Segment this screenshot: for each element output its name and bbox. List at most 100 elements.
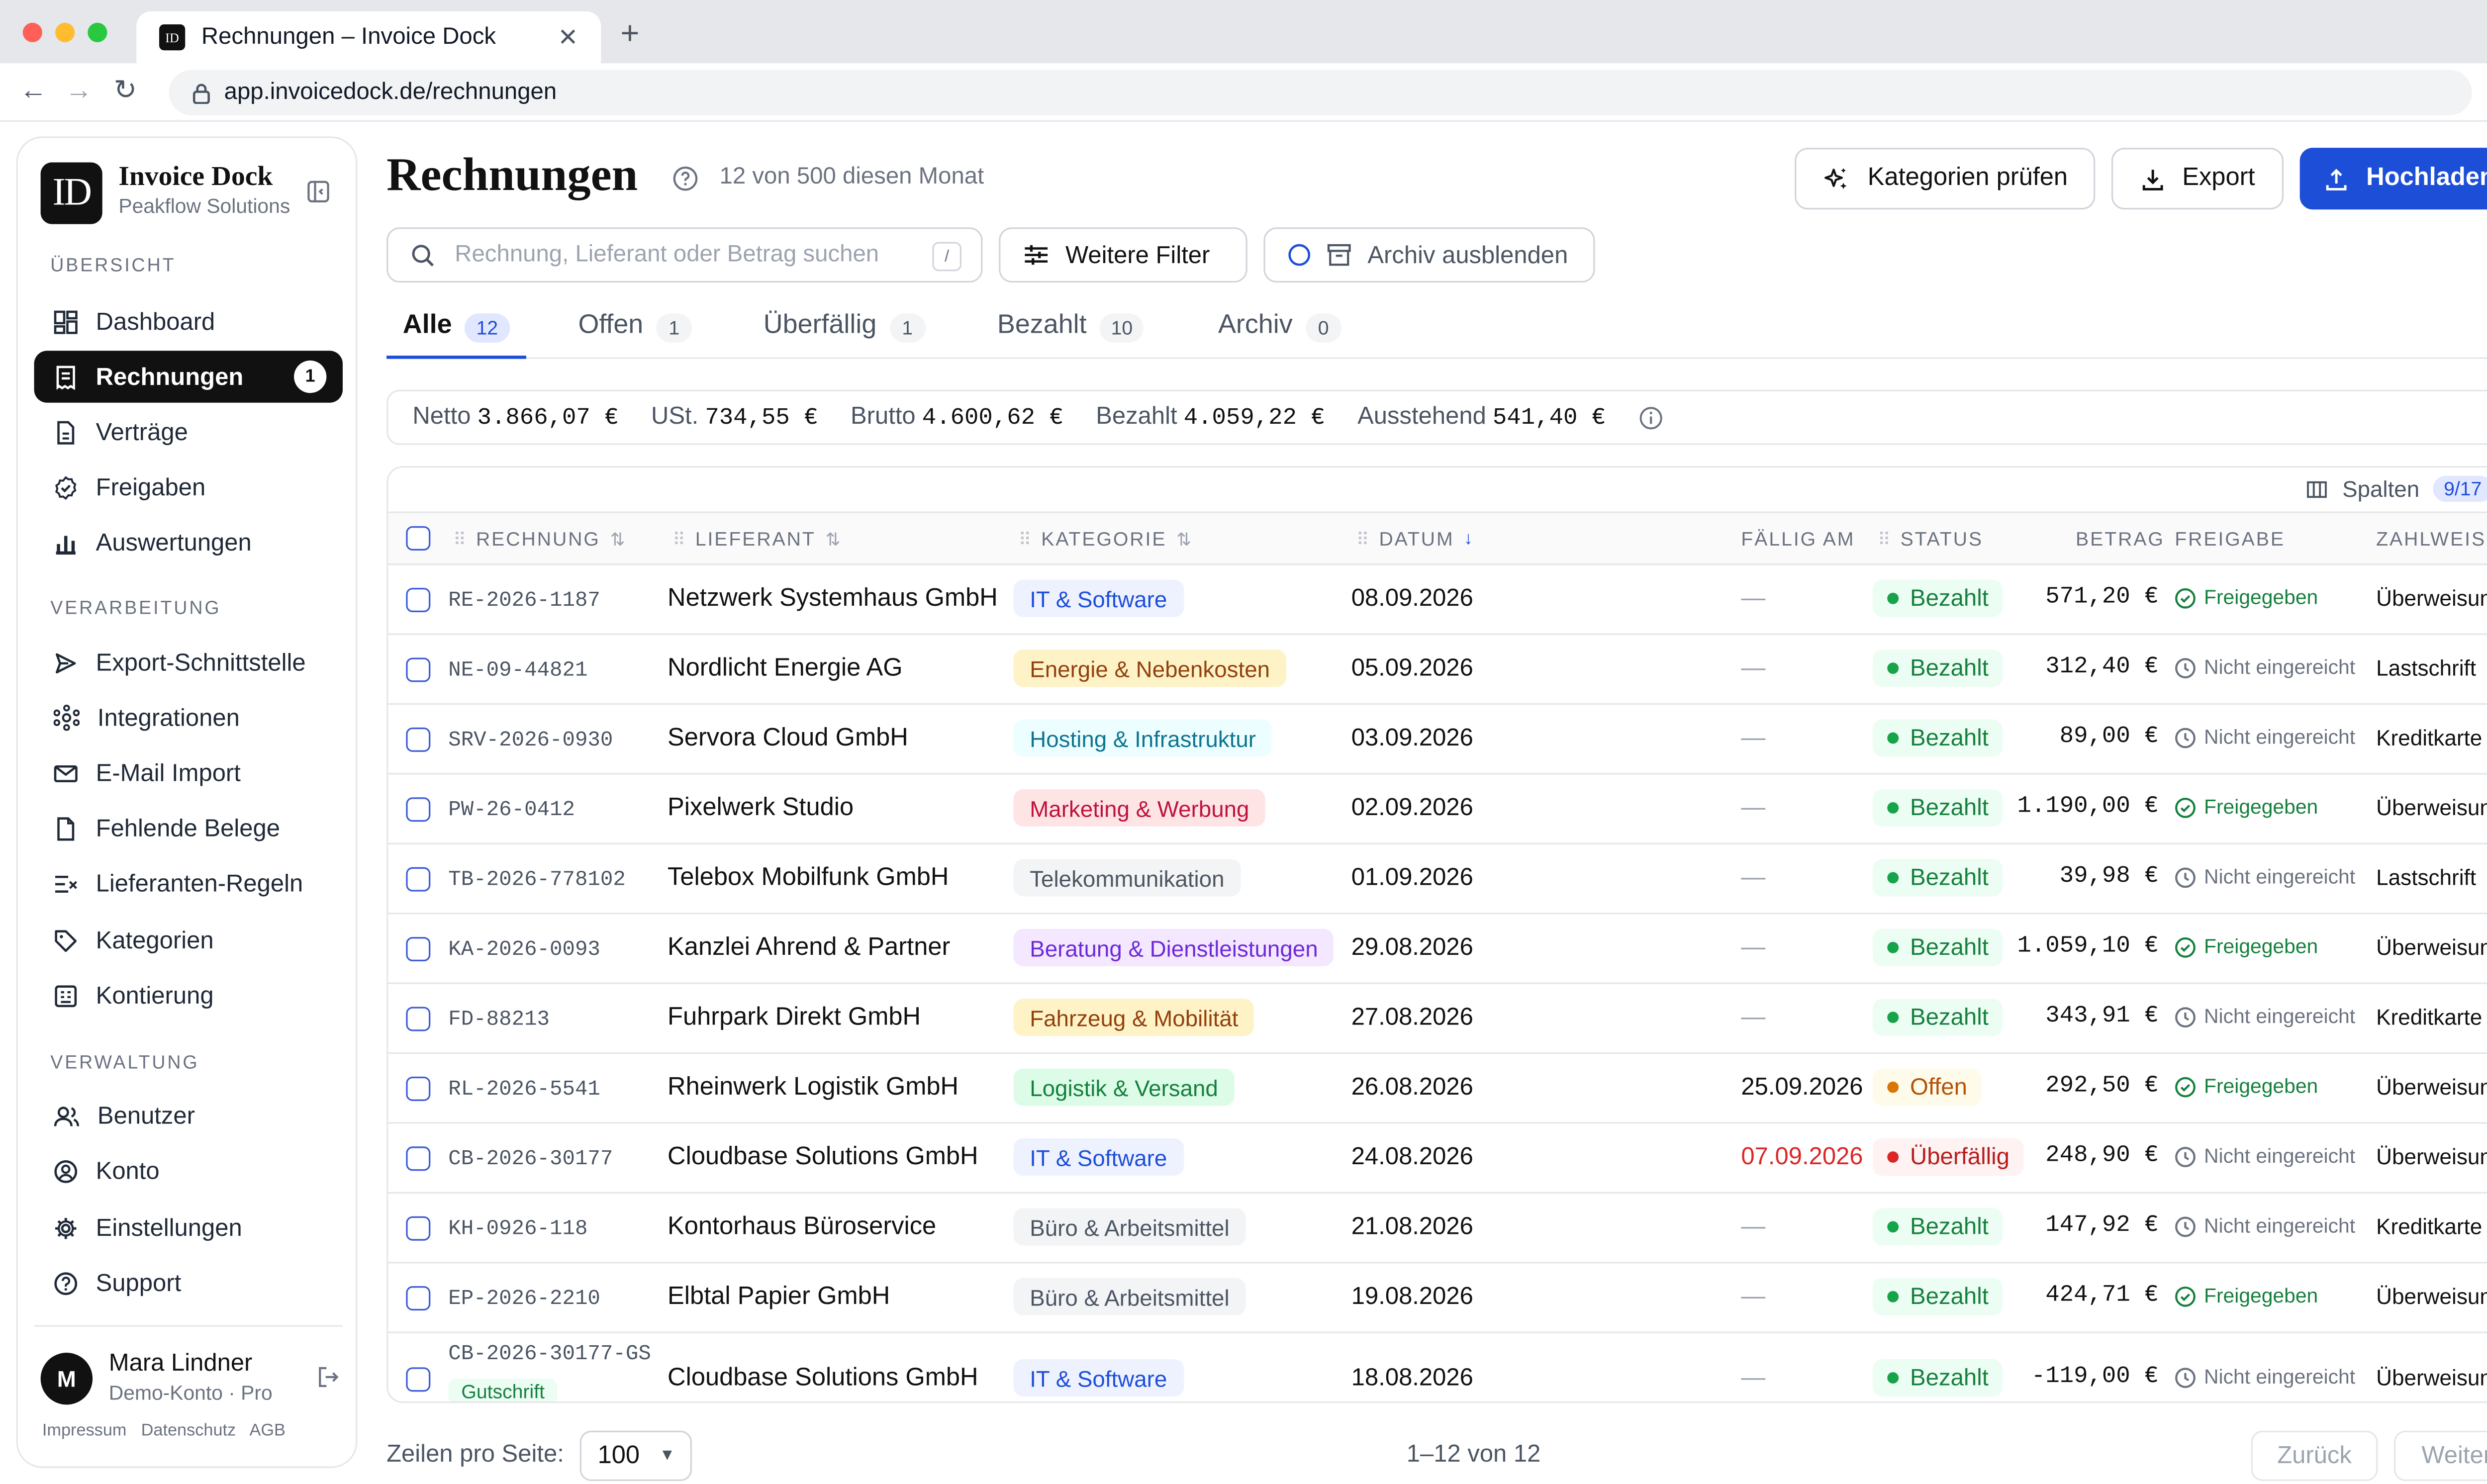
footer-link-datenschutz[interactable]: Datenschutz xyxy=(141,1421,236,1440)
invoice-number[interactable]: NE-09-44821 xyxy=(448,657,587,682)
category-chip[interactable]: Hosting & Infrastruktur xyxy=(1013,719,1272,757)
table-row[interactable]: TB-2026-778102 Telebox Mobilfunk GmbH Tele… xyxy=(388,844,2487,915)
column-header-status[interactable]: ⠿ STATUS xyxy=(1878,528,1983,551)
row-checkbox[interactable] xyxy=(406,797,431,822)
row-checkbox[interactable] xyxy=(406,867,431,892)
table-row[interactable]: CB-2026-30177 Cloudbase Solutions GmbH IT … xyxy=(388,1124,2487,1194)
table-row[interactable]: EP-2026-2210 Elbtal Papier GmbH Büro & Arb… xyxy=(388,1263,2487,1333)
sidebar-item-rechnungen[interactable]: Rechnungen 1 xyxy=(34,351,343,403)
approval-status[interactable]: Freigegeben xyxy=(2175,935,2318,958)
approval-status[interactable]: Freigegeben xyxy=(2175,796,2318,819)
invoice-number[interactable]: PW-26-0412 xyxy=(448,797,575,822)
sidebar-item-vertraege[interactable]: Verträge xyxy=(34,406,343,458)
maximize-window-button[interactable] xyxy=(88,22,107,42)
category-chip[interactable]: Fahrzeug & Mobilität xyxy=(1013,999,1255,1036)
table-row[interactable]: KH-0926-118 Kontorhaus Büroservice Büro & … xyxy=(388,1194,2487,1264)
reload-icon[interactable]: ↻ xyxy=(114,75,137,107)
tab-alle[interactable]: Alle 12 xyxy=(386,310,526,359)
tab-bezahlt[interactable]: Bezahlt 10 xyxy=(997,310,1145,359)
back-icon[interactable]: ← xyxy=(19,75,47,107)
sidebar-item-auswertungen[interactable]: Auswertungen xyxy=(34,516,343,568)
check-categories-button[interactable]: Kategorien prüfen xyxy=(1795,148,2096,210)
category-chip[interactable]: Telekommunikation xyxy=(1013,859,1241,897)
drag-handle-icon[interactable]: ⠿ xyxy=(672,529,685,550)
category-chip[interactable]: Logistik & Versand xyxy=(1013,1068,1235,1106)
footer-link-agb[interactable]: AGB xyxy=(249,1421,285,1440)
sidebar-item-support[interactable]: Support xyxy=(34,1257,343,1308)
category-chip[interactable]: IT & Software xyxy=(1013,1138,1183,1176)
approval-status[interactable]: Nicht eingereicht xyxy=(2175,1145,2355,1168)
row-checkbox[interactable] xyxy=(406,727,431,752)
column-header-freigabe[interactable]: FREIGABE xyxy=(2175,528,2285,551)
invoice-number[interactable]: CB-2026-30177-GS xyxy=(448,1341,651,1366)
prev-page-button[interactable]: Zurück xyxy=(2251,1430,2378,1481)
sidebar-item-export-schnittstelle[interactable]: Export-Schnittstelle xyxy=(34,637,343,688)
category-chip[interactable]: Energie & Nebenkosten xyxy=(1013,649,1286,687)
search-input[interactable] xyxy=(455,242,910,268)
column-header-kategorie[interactable]: ⠿ KATEGORIE ⇅ xyxy=(1018,528,1191,551)
approval-status[interactable]: Nicht eingereicht xyxy=(2175,1214,2355,1237)
invoice-number[interactable]: SRV-2026-0930 xyxy=(448,728,613,752)
forward-icon[interactable]: → xyxy=(65,75,93,107)
logout-icon[interactable] xyxy=(317,1366,340,1389)
table-row[interactable]: KA-2026-0093 Kanzlei Ahrend & Partner Bera… xyxy=(388,914,2487,984)
approval-status[interactable]: Freigegeben xyxy=(2175,1285,2318,1307)
approval-status[interactable]: Freigegeben xyxy=(2175,1075,2318,1098)
sort-desc-icon[interactable]: ↓ xyxy=(1464,529,1473,549)
approval-status[interactable]: Nicht eingereicht xyxy=(2175,1005,2355,1028)
approval-status[interactable]: Nicht eingereicht xyxy=(2175,726,2355,748)
invoice-number[interactable]: RE-2026-1187 xyxy=(448,588,600,612)
approval-status[interactable]: Nicht eingereicht xyxy=(2175,1366,2355,1389)
hide-archive-toggle[interactable]: Archiv ausblenden xyxy=(1263,227,1595,283)
sort-icon[interactable]: ⇅ xyxy=(610,529,625,550)
table-row[interactable]: NE-09-44821 Nordlicht Energie AG Energie &… xyxy=(388,635,2487,705)
category-chip[interactable]: IT & Software xyxy=(1013,579,1183,617)
invoice-number[interactable]: RL-2026-5541 xyxy=(448,1077,600,1101)
sidebar-item-freigaben[interactable]: Freigaben xyxy=(34,461,343,513)
sidebar-item-dashboard[interactable]: Dashboard xyxy=(34,295,343,347)
upload-button[interactable]: Hochladen xyxy=(2299,148,2487,210)
info-icon[interactable] xyxy=(1638,405,1663,430)
category-chip[interactable]: Büro & Arbeitsmittel xyxy=(1013,1208,1246,1246)
column-header-datum[interactable]: ⠿ DATUM ↓ xyxy=(1356,528,1473,551)
tab-ueberfaellig[interactable]: Überfällig 1 xyxy=(764,310,926,359)
invoice-number[interactable]: FD-88213 xyxy=(448,1007,550,1031)
row-checkbox[interactable] xyxy=(406,1146,431,1171)
table-row[interactable]: CB-2026-30177-GS Gutschrift Cloudbase Solu… xyxy=(388,1333,2487,1401)
category-chip[interactable]: Büro & Arbeitsmittel xyxy=(1013,1278,1246,1315)
column-header-lieferant[interactable]: ⠿ LIEFERANT ⇅ xyxy=(672,528,841,551)
close-tab-icon[interactable]: ✕ xyxy=(558,23,578,52)
export-button[interactable]: Export xyxy=(2111,148,2284,210)
close-window-button[interactable] xyxy=(22,22,42,42)
footer-link-impressum[interactable]: Impressum xyxy=(42,1421,127,1440)
select-all-checkbox[interactable] xyxy=(406,526,431,551)
minimize-window-button[interactable] xyxy=(55,22,75,42)
sidebar-item-einstellungen[interactable]: Einstellungen xyxy=(34,1202,343,1253)
row-checkbox[interactable] xyxy=(406,937,431,962)
category-chip[interactable]: Marketing & Werbung xyxy=(1013,789,1266,827)
approval-status[interactable]: Nicht eingereicht xyxy=(2175,865,2355,888)
drag-handle-icon[interactable]: ⠿ xyxy=(1356,529,1369,550)
row-checkbox[interactable] xyxy=(406,1216,431,1241)
table-row[interactable]: SRV-2026-0930 Servora Cloud GmbH Hosting &… xyxy=(388,705,2487,775)
row-checkbox[interactable] xyxy=(406,1007,431,1031)
table-row[interactable]: RL-2026-5541 Rheinwerk Logistik GmbH Logis… xyxy=(388,1054,2487,1124)
column-header-zahlweise[interactable]: ZAHLWEISE xyxy=(2376,528,2487,551)
sidebar-item-fehlende-belege[interactable]: Fehlende Belege xyxy=(34,802,343,854)
more-filters-button[interactable]: Weitere Filter xyxy=(999,227,1247,283)
new-tab-icon[interactable]: + xyxy=(620,16,639,54)
sidebar-item-lieferanten-regeln[interactable]: Lieferanten-Regeln xyxy=(34,857,343,909)
columns-button[interactable]: Spalten 9/17 xyxy=(2306,475,2487,502)
row-checkbox[interactable] xyxy=(406,1367,431,1392)
sidebar-item-email-import[interactable]: E-Mail Import xyxy=(34,747,343,799)
drag-handle-icon[interactable]: ⠿ xyxy=(1018,529,1031,550)
invoice-number[interactable]: TB-2026-778102 xyxy=(448,867,626,892)
avatar[interactable]: M xyxy=(40,1353,93,1405)
category-chip[interactable]: Beratung & Dienstleistungen xyxy=(1013,928,1335,966)
drag-handle-icon[interactable]: ⠿ xyxy=(453,529,466,550)
next-page-button[interactable]: Weiter xyxy=(2394,1430,2487,1481)
column-header-betrag[interactable]: BETRAG xyxy=(2076,528,2165,551)
sort-icon[interactable]: ⇅ xyxy=(1176,529,1191,550)
invoice-number[interactable]: KA-2026-0093 xyxy=(448,937,600,961)
drag-handle-icon[interactable]: ⠿ xyxy=(1878,529,1891,550)
